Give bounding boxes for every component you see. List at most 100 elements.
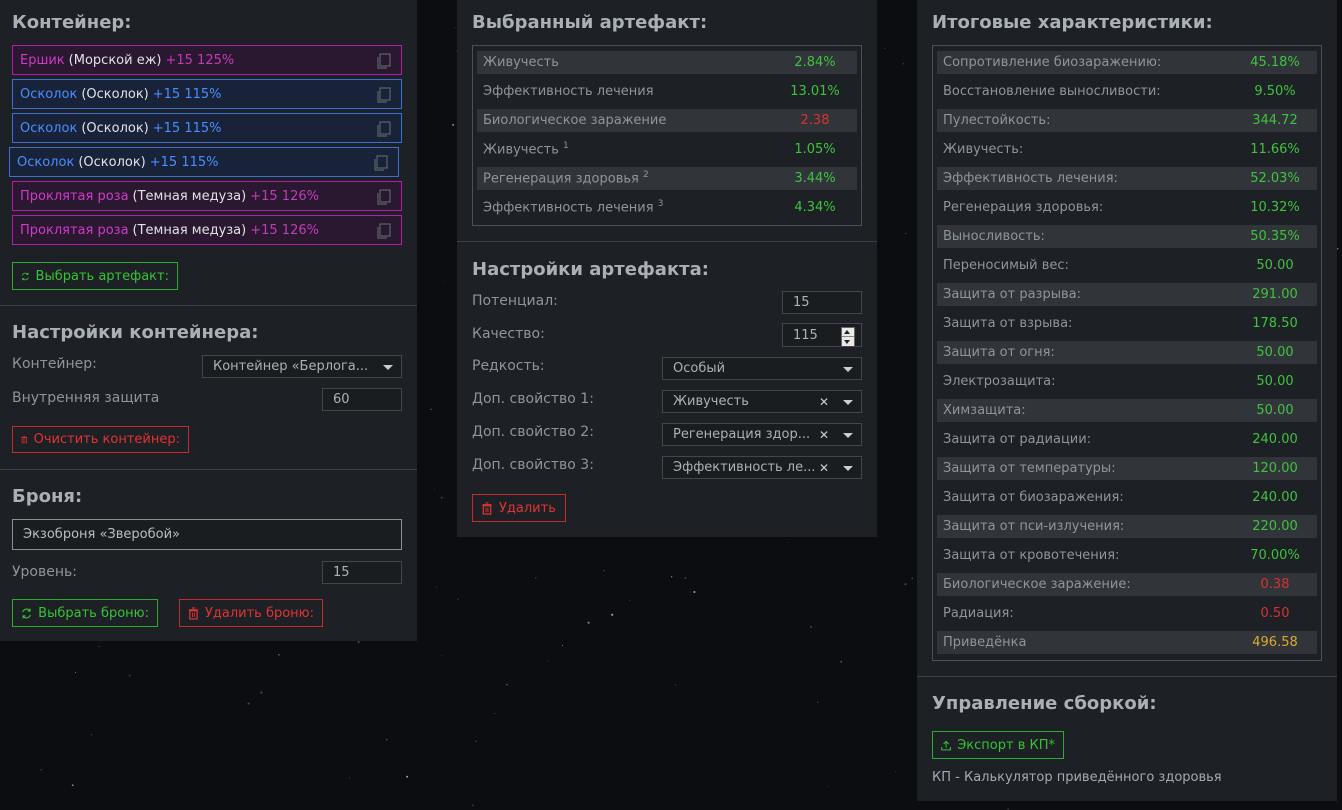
extra3-select[interactable]: Эффективность ле... ✕ <box>662 456 862 479</box>
artifact-slot[interactable]: Осколок (Осколок) +15 115% <box>9 147 399 177</box>
chevron-down-icon <box>843 399 853 405</box>
stat-name: Биологическое заражение: <box>943 577 1131 592</box>
stat-row: Эффективность лечения 3 4.34% <box>477 196 857 219</box>
stat-name: Приведёнка <box>943 635 1027 650</box>
extra2-select[interactable]: Регенерация здор... ✕ <box>662 423 862 446</box>
artifact-slot[interactable]: Проклятая роза (Темная медуза) +15 126% <box>12 215 402 245</box>
refresh-icon <box>22 608 31 618</box>
stat-value: 291.00 <box>1252 287 1298 302</box>
stat-name: Защита от огня: <box>943 345 1055 360</box>
extra1-label: Доп. свойство 1: <box>472 391 594 407</box>
artifact-settings-title: Настройки артефакта: <box>472 259 709 280</box>
artifact-bonus: +15 126% <box>250 222 319 238</box>
artifact-type: (Осколок) <box>81 120 149 136</box>
stat-row: Биологическое заражение 2.38 <box>477 109 857 132</box>
artifact-slot[interactable]: Осколок (Осколок) +15 115% <box>12 79 402 109</box>
artifact-bonus: +15 126% <box>250 188 319 204</box>
potential-value: 15 <box>793 295 810 310</box>
inner-protection-value: 60 <box>333 392 350 407</box>
stat-name: Защита от взрыва: <box>943 316 1073 331</box>
stat-value: 50.00 <box>1256 374 1294 389</box>
artifact-name: Осколок <box>17 154 75 170</box>
stat-name: Биологическое заражение <box>483 113 667 128</box>
copy-icon[interactable] <box>375 222 393 244</box>
stat-value: 344.72 <box>1252 113 1298 128</box>
armor-name-field[interactable]: Экзоброня «Зверобой» <box>12 519 402 550</box>
stat-value: 2.84% <box>794 55 836 70</box>
rarity-select[interactable]: Особый <box>662 357 862 380</box>
container-select[interactable]: Контейнер «Берлога... <box>202 355 402 378</box>
left-panel: Контейнер: Ершик (Морской еж) +15 125% Оско… <box>0 0 417 641</box>
extra3-label: Доп. свойство 3: <box>472 457 594 473</box>
totals-title: Итоговые характеристики: <box>932 12 1213 33</box>
copy-icon[interactable] <box>375 52 393 74</box>
total-stats: Сопротивление биозаражению: 45.18% Восстан… <box>932 45 1322 661</box>
stat-value: 13.01% <box>790 84 840 99</box>
delete-armor-label: Удалить броню: <box>204 605 314 621</box>
export-label: Экспорт в КП* <box>957 737 1055 753</box>
select-armor-label: Выбрать броню: <box>38 605 149 621</box>
total-stat-row: Регенерация здоровья: 10.32% <box>937 196 1317 219</box>
rarity-value: Особый <box>673 361 726 376</box>
copy-icon[interactable] <box>375 86 393 108</box>
quality-label: Качество: <box>472 326 545 342</box>
stat-row: Живучесть 1 1.05% <box>477 138 857 161</box>
total-stat-row: Защита от биозаражения: 240.00 <box>937 486 1317 509</box>
trash-icon <box>482 501 492 515</box>
stat-name: Пулестойкость: <box>943 113 1051 128</box>
armor-level-value: 15 <box>333 565 350 580</box>
select-armor-button[interactable]: Выбрать броню: <box>12 599 158 627</box>
delete-artifact-button[interactable]: Удалить <box>472 494 566 522</box>
copy-icon[interactable] <box>375 188 393 210</box>
copy-icon[interactable] <box>375 120 393 142</box>
total-stat-row: Химзащита: 50.00 <box>937 399 1317 422</box>
inner-protection-input[interactable]: 60 <box>322 388 402 411</box>
total-stat-row: Защита от огня: 50.00 <box>937 341 1317 364</box>
stat-row: Эффективность лечения 13.01% <box>477 80 857 103</box>
artifact-slot[interactable]: Осколок (Осколок) +15 115% <box>12 113 402 143</box>
stat-value: 240.00 <box>1252 432 1298 447</box>
artifact-slot[interactable]: Проклятая роза (Темная медуза) +15 126% <box>12 181 402 211</box>
stat-value: 50.00 <box>1256 403 1294 418</box>
artifact-type: (Осколок) <box>81 86 149 102</box>
armor-level-input[interactable]: 15 <box>322 561 402 584</box>
artifact-bonus: +15 115% <box>149 154 219 170</box>
extra2-value: Регенерация здор... <box>673 427 811 442</box>
stat-value: 178.50 <box>1252 316 1298 331</box>
artifact-name: Осколок <box>20 86 78 102</box>
artifact-name: Проклятая роза <box>20 188 129 204</box>
stat-name: Радиация: <box>943 606 1014 621</box>
selected-artifact-title: Выбранный артефакт: <box>472 12 708 33</box>
extra2-label: Доп. свойство 2: <box>472 424 594 440</box>
stat-value: 220.00 <box>1252 519 1298 534</box>
select-artifact-button[interactable]: Выбрать артефакт: <box>12 262 178 290</box>
export-button[interactable]: Экспорт в КП* <box>932 731 1064 759</box>
clear-container-button[interactable]: Очистить контейнер: <box>12 426 189 453</box>
stat-value: 0.38 <box>1260 577 1290 592</box>
stat-name: Регенерация здоровья 2 <box>483 170 649 187</box>
potential-input[interactable]: 15 <box>782 291 862 314</box>
extra1-value: Живучесть <box>673 394 749 409</box>
stat-value: 4.34% <box>794 200 836 215</box>
clear-icon[interactable]: ✕ <box>819 461 829 475</box>
stat-value: 240.00 <box>1252 490 1298 505</box>
stat-name: Защита от пси-излучения: <box>943 519 1125 534</box>
artifact-bonus: +15 115% <box>152 86 222 102</box>
stat-value: 3.44% <box>794 171 836 186</box>
clear-icon[interactable]: ✕ <box>819 428 829 442</box>
copy-icon[interactable] <box>372 154 390 176</box>
artifact-slot[interactable]: Ершик (Морской еж) +15 125% <box>12 45 402 75</box>
stat-name: Живучесть: <box>943 142 1024 157</box>
stat-name: Защита от биозаражения: <box>943 490 1124 505</box>
selected-artifact-stats: Живучесть 2.84% Эффективность лечения 13.01… <box>472 45 862 226</box>
clear-icon[interactable]: ✕ <box>819 395 829 409</box>
stat-value: 11.66% <box>1250 142 1300 157</box>
total-stat-row: Радиация: 0.50 <box>937 602 1317 625</box>
quality-input[interactable]: 115 <box>782 323 862 347</box>
stepper-arrows-icon[interactable] <box>841 327 855 346</box>
extra1-select[interactable]: Живучесть ✕ <box>662 390 862 413</box>
artifact-type: (Морской еж) <box>68 52 162 68</box>
stat-name: Регенерация здоровья: <box>943 200 1104 215</box>
delete-armor-button[interactable]: Удалить броню: <box>179 599 323 627</box>
container-select-value: Контейнер «Берлога... <box>213 359 369 374</box>
